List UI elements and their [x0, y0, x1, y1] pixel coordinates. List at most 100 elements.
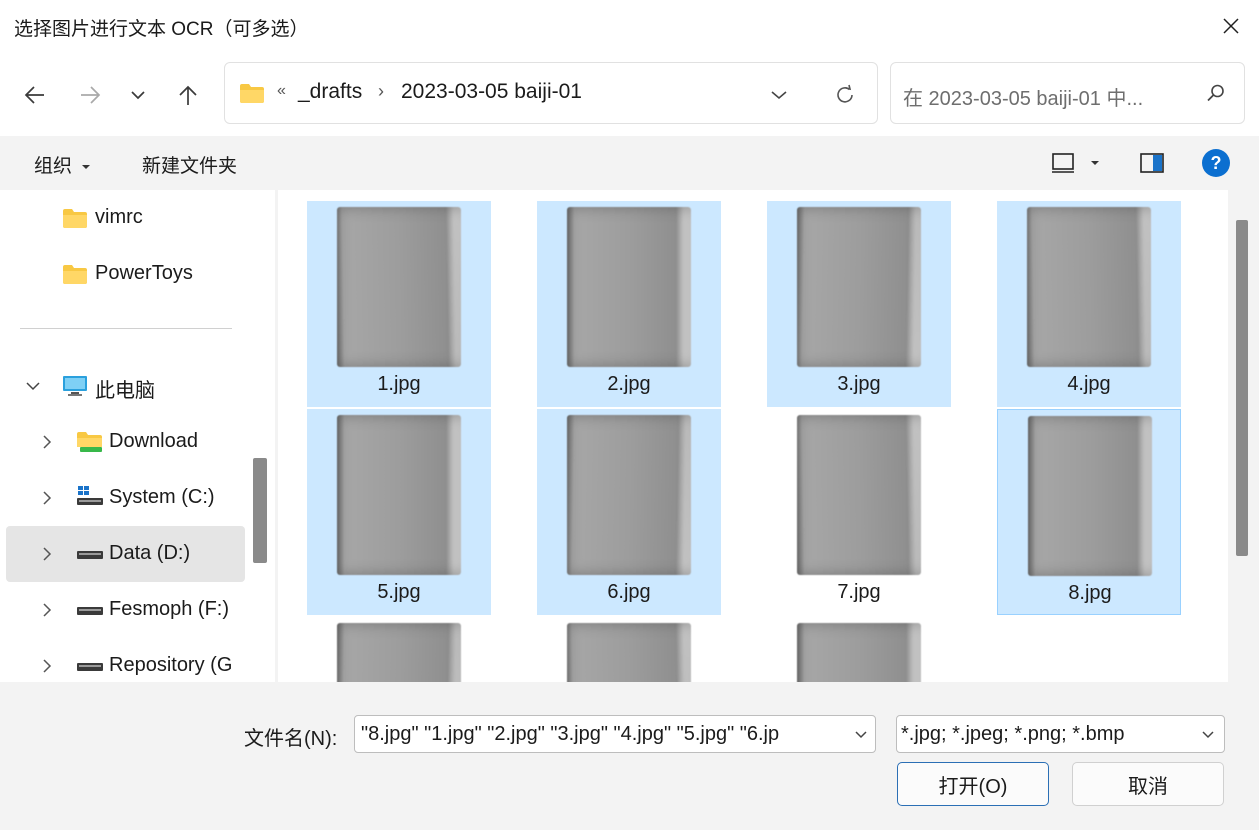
search-box[interactable]: 在 2023-03-05 baiji-01 中... [890, 62, 1245, 124]
sidebar-item-label: System (C:) [109, 486, 215, 508]
refresh-button[interactable] [831, 81, 859, 109]
recent-locations-button[interactable] [120, 77, 156, 113]
address-history-dropdown[interactable] [765, 83, 793, 107]
file-item[interactable] [767, 617, 951, 682]
sidebar-item-system-c[interactable]: System (C:) [6, 470, 245, 526]
sidebar-divider [20, 328, 232, 329]
file-item[interactable]: 1.jpg [307, 201, 491, 407]
help-button[interactable]: ? [1201, 148, 1231, 178]
image-thumbnail [337, 207, 461, 367]
sidebar-item-label: Fesmoph (F:) [109, 598, 230, 620]
drive-icon [77, 607, 103, 615]
close-button[interactable] [1203, 0, 1259, 52]
command-bar: 组织 新建文件夹 ? [0, 136, 1259, 190]
folder-icon [63, 265, 87, 284]
sidebar-item-label: PowerToys [95, 262, 193, 284]
sidebar-item-fesmoph-f[interactable]: Fesmoph (F:) [6, 582, 245, 638]
file-item[interactable]: 3.jpg [767, 201, 951, 407]
sidebar-item-powertoys[interactable]: PowerToys [6, 246, 245, 302]
image-thumbnail [1027, 207, 1151, 367]
file-name: 1.jpg [377, 373, 421, 395]
up-button[interactable] [170, 77, 206, 113]
sidebar-item-data-d[interactable]: Data (D:) [6, 526, 245, 582]
chevron-down-icon [26, 382, 40, 391]
sidebar-scrollbar-thumb[interactable] [253, 458, 267, 563]
svg-text:?: ? [1211, 153, 1222, 173]
sidebar-item-label: 此电脑 [95, 380, 155, 402]
file-name: 6.jpg [607, 581, 651, 603]
image-thumbnail [567, 623, 691, 682]
folder-icon [239, 82, 265, 109]
forward-button[interactable] [72, 77, 108, 113]
file-item[interactable]: 5.jpg [307, 409, 491, 615]
address-bar[interactable]: « _drafts › 2023-03-05 baiji-01 [224, 62, 878, 124]
image-thumbnail [797, 623, 921, 682]
file-item[interactable] [307, 617, 491, 682]
sidebar-item-download[interactable]: Download [6, 414, 245, 470]
open-button[interactable]: 打开(O) [897, 762, 1049, 806]
file-item[interactable]: 6.jpg [537, 409, 721, 615]
computer-icon [63, 376, 87, 396]
chevron-right-icon [43, 603, 52, 617]
image-thumbnail [567, 207, 691, 367]
image-thumbnail [797, 415, 921, 575]
file-list-scrollbar-thumb[interactable] [1236, 220, 1248, 556]
file-item[interactable]: 8.jpg [997, 409, 1181, 615]
close-icon [1223, 18, 1239, 34]
sidebar-item-label: Download [109, 430, 198, 452]
filename-input[interactable]: "8.jpg" "1.jpg" "2.jpg" "3.jpg" "4.jpg" … [361, 723, 841, 746]
organize-label: 组织 [34, 156, 73, 177]
title-bar: 选择图片进行文本 OCR（可多选） [0, 0, 1259, 52]
folder-icon [63, 209, 87, 228]
chevron-right-icon [43, 547, 52, 561]
caret-down-icon [82, 164, 91, 169]
file-item[interactable]: 2.jpg [537, 201, 721, 407]
image-thumbnail [337, 623, 461, 682]
image-thumbnail [337, 415, 461, 575]
sidebar-item-label: Data (D:) [109, 542, 191, 564]
file-item[interactable]: 7.jpg [767, 409, 951, 615]
view-options-button[interactable] [1050, 149, 1110, 177]
file-name: 7.jpg [837, 581, 881, 603]
navigation-bar: « _drafts › 2023-03-05 baiji-01 在 2023-0… [0, 52, 1259, 136]
sidebar-item-this-pc[interactable]: 此电脑 [6, 358, 245, 414]
chevron-down-icon [131, 91, 145, 100]
navigation-pane: vimrc PowerToys 此电脑 Download System (C:)… [0, 190, 275, 682]
preview-pane-icon [1140, 153, 1164, 173]
sidebar-item-label: Repository (G [109, 654, 233, 676]
dialog-footer: 文件名(N): "8.jpg" "1.jpg" "2.jpg" "3.jpg" … [0, 682, 1259, 830]
breadcrumb-overflow[interactable]: « [277, 82, 286, 100]
filename-combobox[interactable]: "8.jpg" "1.jpg" "2.jpg" "3.jpg" "4.jpg" … [354, 715, 876, 753]
image-thumbnail [567, 415, 691, 575]
file-type-filter[interactable]: *.jpg; *.jpeg; *.png; *.bmp [896, 715, 1225, 753]
sidebar-item-repository-g[interactable]: Repository (G [6, 638, 245, 682]
image-thumbnail [1028, 416, 1152, 576]
file-name: 8.jpg [1068, 582, 1112, 604]
breadcrumb-separator[interactable]: › [378, 81, 384, 102]
filename-label: 文件名(N): [244, 728, 338, 750]
back-button[interactable] [17, 77, 53, 113]
file-name: 4.jpg [1067, 373, 1111, 395]
preview-pane-button[interactable] [1137, 148, 1167, 178]
drive-folder-icon [77, 432, 102, 452]
file-name: 3.jpg [837, 373, 881, 395]
drive-icon [77, 663, 103, 671]
chevron-down-icon [771, 91, 787, 100]
file-name: 2.jpg [607, 373, 651, 395]
cancel-button[interactable]: 取消 [1072, 762, 1224, 806]
file-item[interactable]: 4.jpg [997, 201, 1181, 407]
organize-menu[interactable]: 组织 [34, 151, 91, 178]
chevron-down-icon[interactable] [853, 724, 869, 744]
new-folder-button[interactable]: 新建文件夹 [142, 151, 237, 178]
sidebar-item-vimrc[interactable]: vimrc [6, 190, 245, 246]
breadcrumb-item-drafts[interactable]: _drafts [298, 80, 362, 104]
arrow-right-icon [81, 86, 101, 104]
drive-icon [77, 551, 103, 559]
search-input[interactable]: 在 2023-03-05 baiji-01 中... [903, 82, 1143, 111]
file-item[interactable] [537, 617, 721, 682]
file-type-value: *.jpg; *.jpeg; *.png; *.bmp [901, 723, 1125, 745]
chevron-down-icon [1202, 731, 1214, 739]
caret-down-icon [1091, 161, 1099, 165]
breadcrumb-item-current[interactable]: 2023-03-05 baiji-01 [401, 80, 582, 104]
chevron-right-icon [43, 435, 52, 449]
